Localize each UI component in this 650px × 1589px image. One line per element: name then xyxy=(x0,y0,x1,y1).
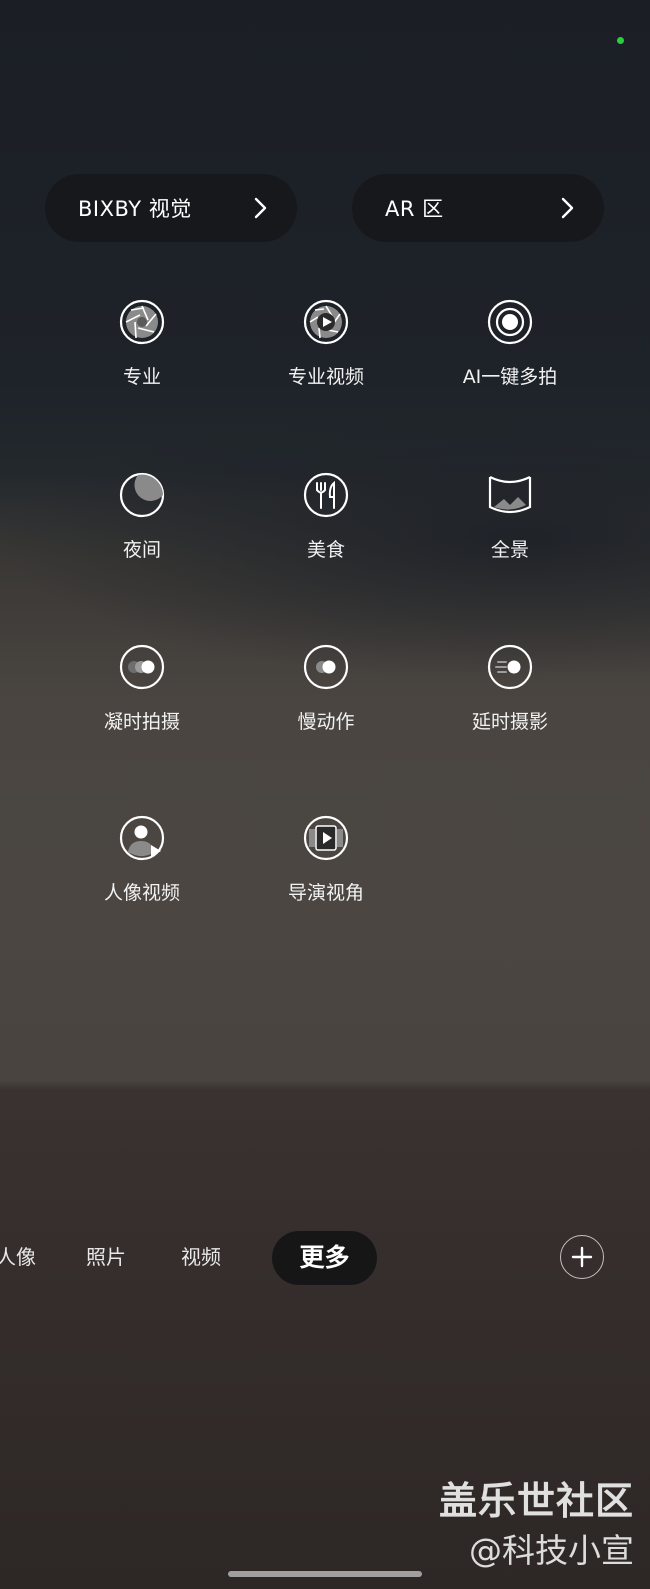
mode-label: 延时摄影 xyxy=(471,711,548,733)
mode-label: 导演视角 xyxy=(287,882,364,904)
mode-label: 专业视频 xyxy=(287,366,364,388)
mode-panorama[interactable]: 全景 xyxy=(420,471,600,562)
time-lapse-icon xyxy=(487,644,533,690)
watermark-handle: @科技小宣 xyxy=(469,1531,634,1570)
chevron-right-icon xyxy=(561,197,574,219)
mode-pro-video[interactable]: 专业视频 xyxy=(236,298,416,389)
hyperlapse-icon xyxy=(119,644,165,690)
tab-photo[interactable]: 照片 xyxy=(86,1230,126,1284)
mode-label: 专业 xyxy=(122,366,161,388)
tab-more[interactable]: 更多 xyxy=(272,1231,377,1285)
bixby-vision-button[interactable]: BIXBY 视觉 xyxy=(45,174,297,242)
mode-label: AI一键多拍 xyxy=(462,366,558,388)
directors-view-icon xyxy=(303,815,349,861)
mode-pro[interactable]: 专业 xyxy=(52,298,232,389)
mode-night[interactable]: 夜间 xyxy=(52,471,232,562)
chevron-right-icon xyxy=(254,197,267,219)
mode-single-take[interactable]: AI一键多拍 xyxy=(420,298,600,389)
add-mode-button[interactable] xyxy=(560,1235,604,1279)
ar-zone-button[interactable]: AR 区 xyxy=(352,174,604,242)
plus-icon xyxy=(571,1246,593,1268)
mode-slow-motion[interactable]: 慢动作 xyxy=(236,643,416,734)
mode-hyperlapse[interactable]: 凝时拍摄 xyxy=(52,643,232,734)
mode-label: 美食 xyxy=(306,539,345,561)
mode-label: 慢动作 xyxy=(297,711,355,733)
mode-label: 夜间 xyxy=(122,539,161,561)
ar-zone-label: AR 区 xyxy=(385,197,444,221)
panorama-icon xyxy=(488,476,532,514)
camera-indicator-dot xyxy=(617,37,624,44)
slow-motion-icon xyxy=(303,644,349,690)
single-take-icon xyxy=(487,299,533,345)
moon-icon xyxy=(119,472,165,518)
mode-label: 全景 xyxy=(490,539,529,561)
home-indicator[interactable] xyxy=(228,1571,422,1577)
mode-time-lapse[interactable]: 延时摄影 xyxy=(420,643,600,734)
tab-portrait[interactable]: 人像 xyxy=(0,1230,36,1284)
tab-video[interactable]: 视频 xyxy=(181,1230,221,1284)
bixby-vision-label: BIXBY 视觉 xyxy=(78,197,192,221)
aperture-video-icon xyxy=(303,299,349,345)
mode-label: 人像视频 xyxy=(103,882,180,904)
mode-directors-view[interactable]: 导演视角 xyxy=(236,814,416,905)
mode-food[interactable]: 美食 xyxy=(236,471,416,562)
watermark-title: 盖乐世社区 xyxy=(438,1479,634,1523)
portrait-video-icon xyxy=(119,815,165,861)
mode-portrait-video[interactable]: 人像视频 xyxy=(52,814,232,905)
mode-label: 凝时拍摄 xyxy=(103,711,180,733)
fork-knife-icon xyxy=(303,472,349,518)
aperture-icon xyxy=(119,299,165,345)
